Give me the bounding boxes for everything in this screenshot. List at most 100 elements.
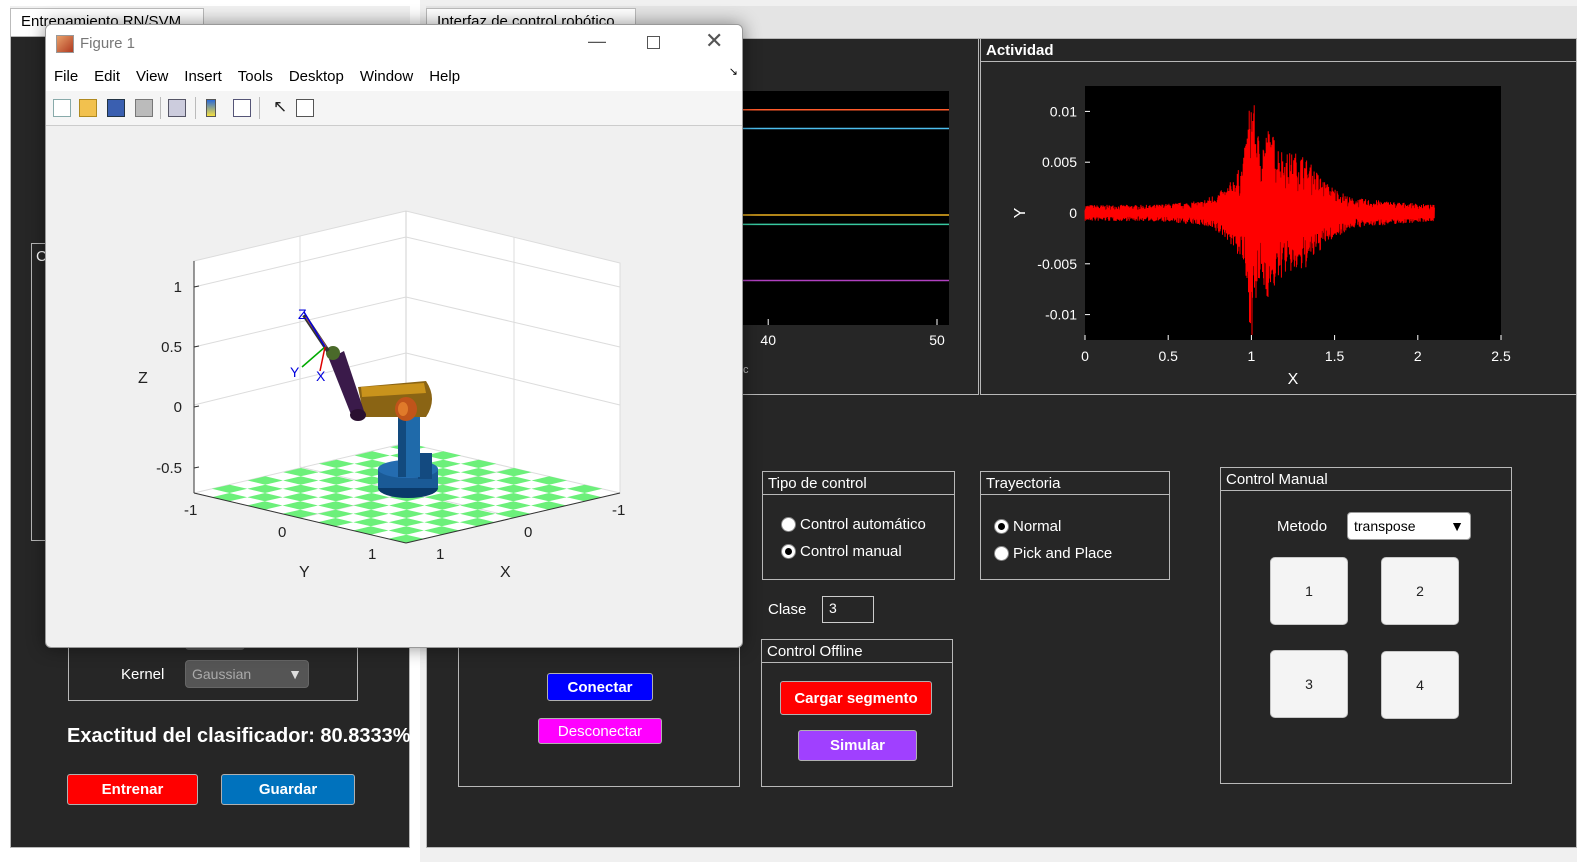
load-segment-button[interactable]: Cargar segmento (780, 681, 932, 715)
z-axis-label: Z (138, 370, 148, 387)
menu-edit[interactable]: Edit (86, 63, 128, 91)
left-plot-xtick-label: 40 (760, 332, 776, 348)
z-tick-label: 1 (174, 279, 182, 296)
train-button[interactable]: Entrenar (67, 774, 198, 805)
frame-x-label: X (316, 368, 326, 384)
radio-button[interactable] (781, 517, 796, 532)
radio-label: Control manual (800, 543, 902, 560)
offline-group: Control Offline Cargar segmento Simular (761, 639, 953, 787)
save-icon[interactable] (107, 99, 125, 117)
maximize-icon[interactable] (647, 36, 660, 49)
radio-button-selected[interactable] (994, 519, 1009, 534)
radio-pick-and-place[interactable]: Pick and Place (994, 545, 1112, 562)
menu-view[interactable]: View (128, 63, 176, 91)
toolbar-separator (160, 97, 161, 119)
menu-window[interactable]: Window (352, 63, 421, 91)
manual-control-title: Control Manual (1221, 468, 1511, 491)
activity-title: Actividad (981, 39, 1577, 62)
kernel-select-value: Gaussian (192, 666, 252, 682)
menu-help[interactable]: Help (421, 63, 468, 91)
radio-normal[interactable]: Normal (994, 518, 1061, 535)
disconnect-button[interactable]: Desconectar (538, 718, 662, 744)
save-button[interactable]: Guardar (221, 774, 355, 805)
x-tick-label: 0 (1081, 348, 1089, 364)
kernel-select[interactable]: Gaussian ▼ (185, 660, 309, 688)
left-plot-xtick-label: 50 (929, 332, 945, 348)
frame-z-label: Z (298, 306, 307, 322)
x-tick-label: 1 (1248, 348, 1256, 364)
y-tick-label: -0.01 (1045, 307, 1077, 323)
y-tick-label: 0.01 (1050, 103, 1077, 119)
x-tick-label: 2.5 (1491, 348, 1511, 364)
z-tick-label: -0.5 (156, 460, 182, 477)
x-tick-label: 2 (1414, 348, 1422, 364)
y-tick: -1 (184, 502, 197, 519)
new-figure-icon[interactable] (53, 99, 71, 117)
manual-control-group: Control Manual Metodo transpose ▼ 1 2 3 … (1220, 467, 1512, 784)
method-select[interactable]: transpose ▼ (1347, 512, 1471, 540)
simulate-button[interactable]: Simular (798, 730, 917, 761)
radio-button[interactable] (994, 546, 1009, 561)
radio-label: Pick and Place (1013, 545, 1113, 562)
menu-desktop[interactable]: Desktop (281, 63, 352, 91)
chevron-down-icon: ▼ (288, 666, 302, 682)
frame-y-label: Y (290, 364, 300, 380)
manual-button-1[interactable]: 1 (1270, 557, 1348, 625)
x-tick: -1 (612, 502, 625, 519)
figure-window: Figure 1 — ✕ File Edit View Insert Tools… (45, 24, 743, 648)
print-icon[interactable] (135, 99, 153, 117)
activity-ylabel: Y (1012, 207, 1029, 218)
figure-title: Figure 1 (80, 35, 136, 52)
connect-button[interactable]: Conectar (547, 673, 653, 701)
z-ticks: 1 0.5 0 -0.5 (156, 279, 200, 477)
toolbar-separator (195, 97, 196, 119)
pointer-icon[interactable]: ↖ (273, 97, 287, 117)
x-tick-label: 1.5 (1325, 348, 1345, 364)
colorbar-icon[interactable] (206, 99, 216, 117)
control-type-group: Tipo de control Control automático Contr… (762, 471, 955, 580)
trajectory-title: Trayectoria (981, 472, 1169, 495)
y-tick-label: 0.005 (1042, 154, 1077, 170)
radio-control-manual[interactable]: Control manual (781, 543, 902, 560)
open-file-icon[interactable] (79, 99, 97, 117)
manual-button-4[interactable]: 4 (1381, 651, 1459, 719)
legend-icon[interactable] (233, 99, 251, 117)
matlab-icon (56, 35, 74, 53)
left-plot-xlabel-fragment: ᶜ (743, 364, 749, 381)
chevron-down-icon: ▼ (1450, 518, 1464, 534)
minimize-icon[interactable]: — (588, 31, 606, 52)
dock-arrow-icon[interactable]: ↘ (729, 65, 738, 78)
radio-label: Normal (1013, 518, 1062, 535)
radio-button-selected[interactable] (781, 544, 796, 559)
manual-button-3[interactable]: 3 (1270, 650, 1348, 718)
y-tick: 0 (278, 524, 286, 541)
clase-field[interactable]: 3 (822, 596, 874, 623)
close-icon[interactable]: ✕ (705, 28, 723, 54)
figure-toolbar: ↖ (46, 91, 742, 126)
x-tick-label: 0.5 (1158, 348, 1178, 364)
x-tick: 1 (436, 546, 444, 563)
activity-panel: Actividad 0 0.5 1 1.5 2 2.5 0.01 0.005 0 -0.005 -0… (980, 39, 1577, 395)
figure-menubar: File Edit View Insert Tools Desktop Wind… (46, 63, 742, 92)
kernel-group: Kernel Gaussian ▼ (68, 638, 358, 701)
menu-tools[interactable]: Tools (230, 63, 281, 91)
y-tick-label: 0 (1069, 205, 1077, 221)
accuracy-text: Exactitud del clasificador: 80.8333% (67, 725, 411, 747)
robot-3d-axes: 10.50-0.5 Z Y X -1 0 1 1 0 -1 Z Y X (138, 210, 625, 581)
kernel-label: Kernel (121, 666, 165, 683)
menu-insert[interactable]: Insert (176, 63, 230, 91)
figure-title-bar: Figure 1 — ✕ (46, 25, 742, 63)
y-axis-label: Y (299, 564, 310, 581)
z-tick-label: 0.5 (161, 339, 182, 356)
x-tick: 0 (524, 524, 532, 541)
radio-control-automatico[interactable]: Control automático (781, 516, 926, 533)
y-tick-label: -0.005 (1037, 256, 1077, 272)
toolbar-separator (259, 97, 260, 119)
manual-button-2[interactable]: 2 (1381, 557, 1459, 625)
activity-xlabel: X (1288, 371, 1299, 388)
property-inspector-icon[interactable] (296, 99, 314, 117)
connection-group: Conectar Desconectar (458, 639, 740, 787)
method-select-value: transpose (1354, 518, 1416, 534)
link-plot-icon[interactable] (168, 99, 186, 117)
menu-file[interactable]: File (46, 63, 86, 91)
